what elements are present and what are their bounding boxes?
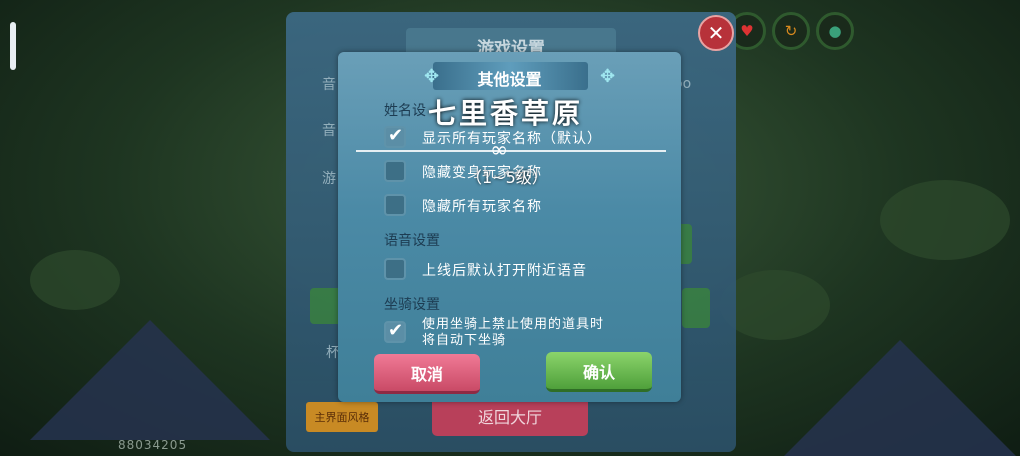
auto-dismount-line2: 将自动下坐骑 [422, 333, 507, 348]
confirm-button[interactable]: 确认 [546, 352, 652, 392]
nearby-voice-label[interactable]: 上线后默认打开附近语音 [422, 260, 587, 280]
side-handle[interactable] [10, 22, 16, 70]
auto-dismount-label[interactable]: 使用坐骑上禁止使用的道具时 将自动下坐骑 [422, 317, 604, 349]
house-roof [780, 340, 1020, 456]
tree [30, 250, 120, 310]
house-roof [30, 320, 270, 440]
area-name: 七里香草原 [428, 97, 584, 130]
section-mount: 坐骑设置 [384, 297, 440, 313]
auto-dismount-checkbox[interactable] [384, 320, 406, 343]
arrow-icon[interactable]: ↻ [772, 12, 810, 50]
section-voice: 语音设置 [384, 233, 440, 249]
dialog-title: 其他设置 [477, 70, 542, 89]
hide-all-names-checkbox[interactable] [384, 194, 406, 216]
drop-icon[interactable]: ● [816, 12, 854, 50]
tree [720, 270, 830, 340]
cancel-button[interactable]: 取消 [374, 354, 480, 394]
show-all-names-checkbox[interactable] [384, 125, 406, 148]
section-name: 姓名设 [384, 103, 426, 119]
setting-label: 游 [322, 171, 336, 187]
setting-label: 音 [322, 77, 336, 93]
setting-label: 音 [322, 123, 336, 139]
player-id: 88034205 [118, 438, 188, 452]
return-lobby-button[interactable]: 返回大厅 [432, 396, 588, 436]
tree [880, 180, 1010, 260]
hide-transformed-names-checkbox[interactable] [384, 160, 406, 182]
auto-dismount-line1: 使用坐骑上禁止使用的道具时 [422, 317, 605, 332]
hide-all-names-label[interactable]: 隐藏所有玩家名称 [422, 196, 542, 216]
nearby-voice-checkbox[interactable] [384, 258, 406, 280]
main-ui-style-button[interactable]: 主界面风格 [306, 402, 378, 432]
area-level: （1~5级） [466, 168, 548, 187]
banner-divider [356, 150, 666, 152]
knot-ornament-icon: ∞ [490, 138, 509, 163]
green-button[interactable] [682, 288, 710, 328]
close-icon[interactable]: ✕ [698, 15, 734, 51]
